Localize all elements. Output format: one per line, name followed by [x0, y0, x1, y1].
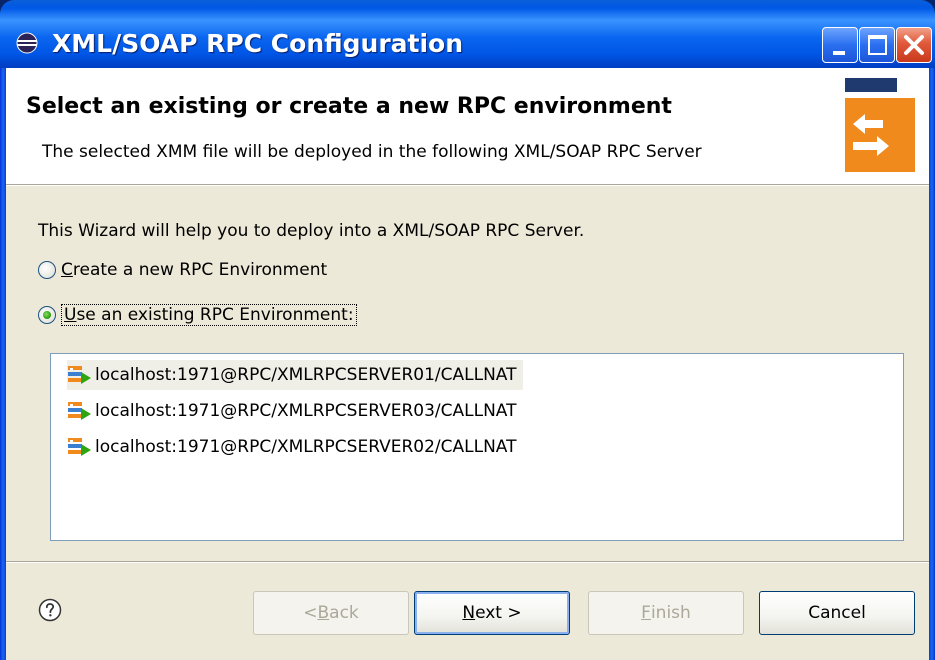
- back-button[interactable]: < Back: [253, 591, 409, 635]
- list-item[interactable]: localhost:1971@RPC/XMLRPCSERVER01/CALLNA…: [67, 360, 523, 390]
- window-frame-right: [929, 68, 935, 660]
- rpc-environment-icon: [68, 402, 91, 420]
- wizard-intro-text: This Wizard will help you to deploy into…: [38, 221, 585, 241]
- button-bar-separator: [6, 561, 929, 563]
- close-icon: [904, 35, 924, 55]
- minimize-icon: [833, 51, 845, 55]
- rpc-environment-icon: [68, 438, 91, 456]
- create-environment-radio[interactable]: Create a new RPC Environment: [38, 257, 327, 283]
- banner-separator: [6, 184, 929, 186]
- radio-button-checked[interactable]: [38, 306, 56, 324]
- window-title: XML/SOAP RPC Configuration: [52, 29, 464, 58]
- maximize-button[interactable]: [859, 27, 895, 63]
- rpc-environment-icon: [68, 366, 91, 384]
- page-title: Select an existing or create a new RPC e…: [26, 94, 672, 119]
- create-environment-label[interactable]: Create a new RPC Environment: [61, 260, 327, 280]
- eclipse-icon: [16, 32, 38, 54]
- environment-list[interactable]: localhost:1971@RPC/XMLRPCSERVER01/CALLNA…: [50, 353, 904, 541]
- help-icon[interactable]: [38, 598, 62, 622]
- next-button[interactable]: Next >: [414, 591, 570, 635]
- title-bar[interactable]: XML/SOAP RPC Configuration: [0, 0, 935, 68]
- finish-button[interactable]: Finish: [588, 591, 744, 635]
- minimize-button[interactable]: [822, 27, 858, 63]
- wizard-banner: Select an existing or create a new RPC e…: [6, 68, 929, 184]
- close-button[interactable]: [896, 27, 932, 63]
- use-existing-environment-radio[interactable]: Use an existing RPC Environment:: [38, 302, 357, 328]
- dialog-client-area: Select an existing or create a new RPC e…: [6, 68, 929, 660]
- list-item[interactable]: localhost:1971@RPC/XMLRPCSERVER02/CALLNA…: [67, 432, 523, 462]
- page-description: The selected XMM file will be deployed i…: [42, 142, 702, 162]
- use-existing-environment-label[interactable]: Use an existing RPC Environment:: [61, 304, 357, 326]
- environment-label: localhost:1971@RPC/XMLRPCSERVER02/CALLNA…: [95, 437, 517, 457]
- environment-label: localhost:1971@RPC/XMLRPCSERVER01/CALLNA…: [95, 365, 517, 385]
- wizard-arrows-icon: [845, 78, 915, 172]
- radio-button-unchecked[interactable]: [38, 261, 56, 279]
- environment-label: localhost:1971@RPC/XMLRPCSERVER03/CALLNA…: [95, 401, 517, 421]
- list-item[interactable]: localhost:1971@RPC/XMLRPCSERVER03/CALLNA…: [67, 396, 523, 426]
- cancel-button[interactable]: Cancel: [759, 591, 915, 635]
- dialog-window: XML/SOAP RPC Configuration Select an exi…: [0, 0, 935, 660]
- maximize-icon: [868, 35, 887, 55]
